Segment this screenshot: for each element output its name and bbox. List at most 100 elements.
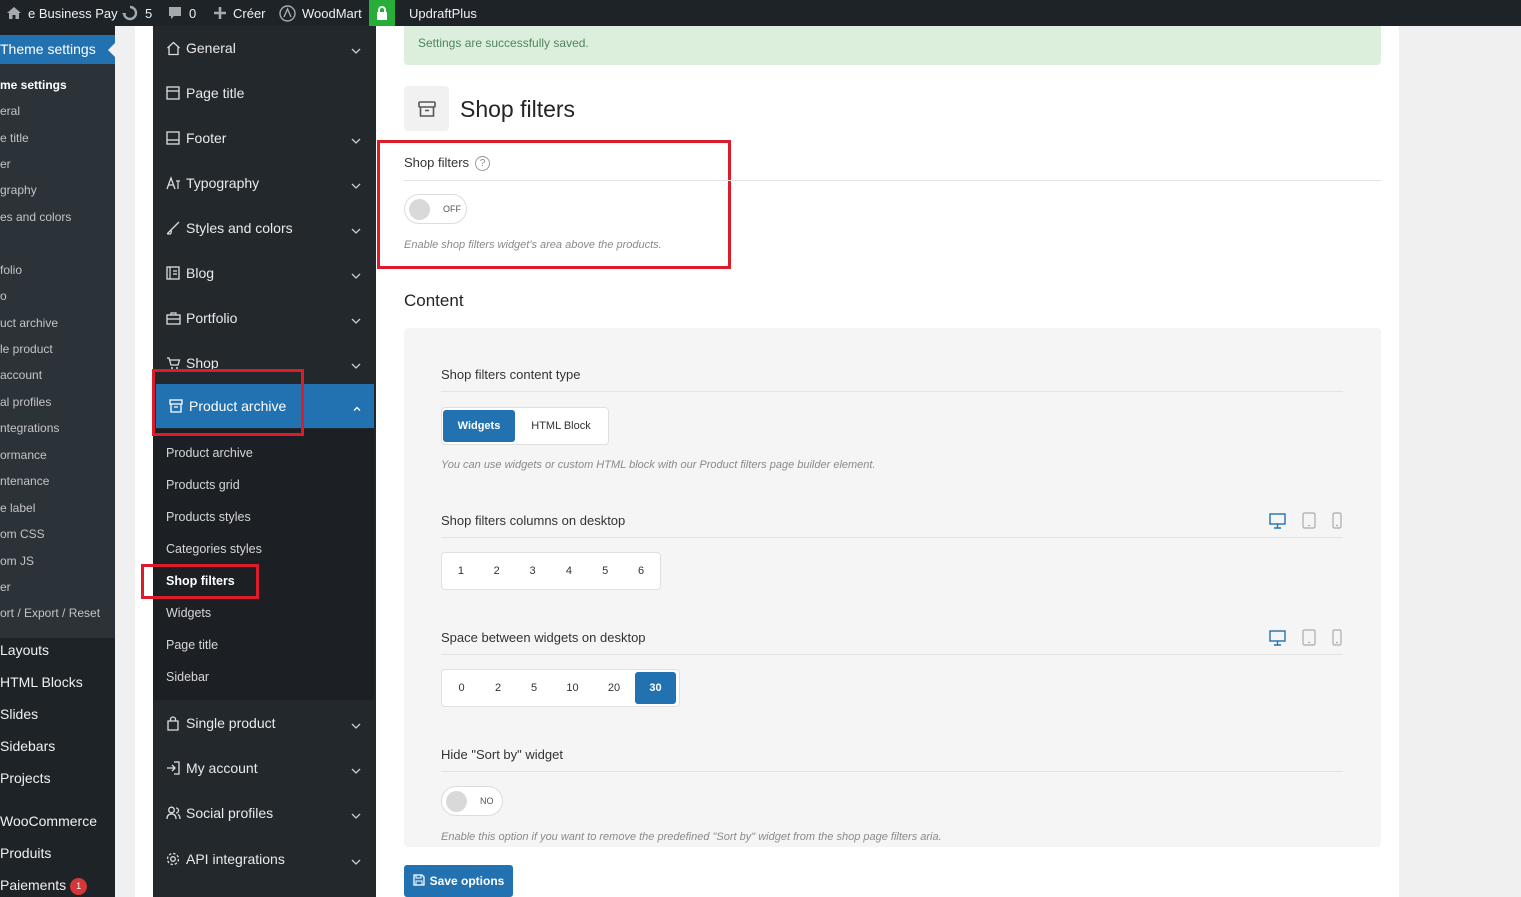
menu-layouts[interactable]: Layouts [0, 640, 49, 660]
submenu-item[interactable]: er [0, 578, 11, 596]
nav-label: Portfolio [186, 310, 238, 326]
nav-blog[interactable]: Blog [153, 251, 373, 295]
menu-woocommerce[interactable]: WooCommerce [0, 811, 97, 831]
submenu-item[interactable]: om JS [0, 552, 34, 570]
spacing-option-10[interactable]: 10 [552, 672, 593, 704]
submenu-item[interactable]: e label [0, 499, 35, 517]
submenu-item[interactable]: er [0, 155, 11, 173]
menu-html-blocks[interactable]: HTML Blocks [0, 672, 83, 692]
nav-api-integrations[interactable]: API integrations [153, 837, 373, 881]
submenu-item[interactable]: ntenance [0, 472, 49, 490]
submenu-item[interactable]: ntegrations [0, 419, 59, 437]
spacing-option-0[interactable]: 0 [443, 672, 480, 704]
updates-link[interactable]: 5 [121, 0, 152, 26]
tablet-icon[interactable] [1302, 512, 1316, 534]
divider [441, 654, 1343, 655]
submenu-item[interactable]: folio [0, 261, 22, 279]
help-icon[interactable]: ? [475, 156, 491, 172]
woodmart-icon [279, 4, 296, 22]
nav-my-account[interactable]: My account [153, 746, 373, 790]
menu-sidebars[interactable]: Sidebars [0, 736, 55, 756]
desktop-icon[interactable] [1269, 629, 1286, 651]
nav-footer[interactable]: Footer [153, 116, 373, 160]
nav-label: General [186, 40, 236, 56]
subnav-categories-styles[interactable]: Categories styles [166, 540, 262, 558]
column-option-5[interactable]: 5 [587, 555, 623, 587]
column-option-4[interactable]: 4 [550, 555, 587, 587]
nav-label: API integrations [186, 851, 285, 867]
payments-badge: 1 [70, 877, 88, 895]
create-link[interactable]: Créer [213, 0, 266, 26]
subnav-page-title[interactable]: Page title [166, 636, 218, 654]
updates-count: 5 [145, 5, 153, 21]
mobile-icon[interactable] [1332, 512, 1342, 534]
device-switcher [1269, 629, 1342, 651]
submenu-item[interactable]: account [0, 366, 42, 384]
nav-general[interactable]: General [153, 26, 373, 70]
create-label: Créer [233, 5, 266, 21]
desktop-icon[interactable] [1269, 512, 1286, 534]
submenu-item[interactable]: al profiles [0, 393, 51, 411]
comment-icon [167, 5, 183, 21]
nav-label: Page title [186, 85, 245, 101]
nav-label: Single product [186, 715, 276, 731]
nav-typography[interactable]: Typography [153, 161, 373, 205]
content-type-widgets-option[interactable]: Widgets [443, 410, 515, 442]
submenu-item[interactable]: e title [0, 129, 29, 147]
save-label: Save options [429, 874, 505, 888]
columns-selector: 1 2 3 4 5 6 [441, 552, 661, 590]
spacing-option-30[interactable]: 30 [635, 672, 676, 704]
subnav-products-styles[interactable]: Products styles [166, 508, 251, 526]
menu-projects[interactable]: Projects [0, 768, 51, 788]
submenu-item[interactable]: om CSS [0, 525, 45, 543]
nav-portfolio[interactable]: Portfolio [153, 296, 373, 340]
field-title-text: Shop filters [404, 155, 470, 170]
spacing-option-5[interactable]: 5 [516, 672, 552, 704]
subnav-product-archive[interactable]: Product archive [166, 444, 253, 462]
subnav-products-grid[interactable]: Products grid [166, 476, 240, 494]
submenu-item[interactable]: ort / Export / Reset [0, 604, 100, 622]
nav-single-product[interactable]: Single product [153, 701, 373, 745]
nav-social-profiles[interactable]: Social profiles [153, 791, 373, 835]
nav-page-title[interactable]: Page title [153, 71, 373, 115]
nav-label: Social profiles [186, 805, 274, 821]
submenu-item[interactable]: eral [0, 102, 20, 120]
submenu-item[interactable]: o [0, 287, 7, 305]
theme-settings-nav: General Page title Footer Typography Sty… [153, 26, 376, 897]
content-heading: Content [404, 291, 464, 310]
column-option-2[interactable]: 2 [479, 555, 515, 587]
spacing-option-2[interactable]: 2 [480, 672, 516, 704]
shop-filters-field-title: Shop filters? [404, 155, 491, 172]
submenu-item[interactable]: es and colors [0, 208, 71, 226]
content-type-html-block-option[interactable]: HTML Block [515, 410, 607, 442]
menu-paiements[interactable]: Paiements 1 [0, 875, 88, 895]
submenu-item[interactable]: ormance [0, 446, 47, 464]
tablet-icon[interactable] [1302, 629, 1316, 651]
column-option-1[interactable]: 1 [443, 555, 479, 587]
subnav-sidebar[interactable]: Sidebar [166, 668, 209, 686]
submenu-item[interactable]: le product [0, 340, 53, 358]
submenu-item[interactable]: me settings [0, 76, 67, 94]
chevron-down-icon [351, 808, 361, 819]
security-lock-button[interactable] [369, 0, 395, 26]
column-option-3[interactable]: 3 [515, 555, 551, 587]
site-name-link[interactable]: e Business Pay [6, 0, 118, 26]
submenu-item[interactable]: graphy [0, 181, 37, 199]
subnav-widgets[interactable]: Widgets [166, 604, 211, 622]
menu-theme-settings[interactable]: Theme settings [0, 35, 115, 64]
menu-produits[interactable]: Produits [0, 843, 51, 863]
save-options-button[interactable]: Save options [404, 865, 513, 897]
spacing-option-20[interactable]: 20 [593, 672, 635, 704]
mobile-icon[interactable] [1332, 629, 1342, 651]
woodmart-link[interactable]: WoodMart [279, 0, 362, 26]
archive-icon [404, 86, 449, 131]
updraftplus-link[interactable]: UpdraftPlus [409, 0, 477, 26]
sort-by-toggle[interactable]: NO [441, 786, 503, 816]
comments-link[interactable]: 0 [167, 0, 196, 26]
menu-slides[interactable]: Slides [0, 704, 38, 724]
spacing-title: Space between widgets on desktop [441, 630, 646, 645]
nav-styles-colors[interactable]: Styles and colors [153, 206, 373, 250]
shop-filters-toggle[interactable]: OFF [404, 194, 467, 224]
submenu-item[interactable]: uct archive [0, 314, 58, 332]
column-option-6[interactable]: 6 [623, 555, 659, 587]
